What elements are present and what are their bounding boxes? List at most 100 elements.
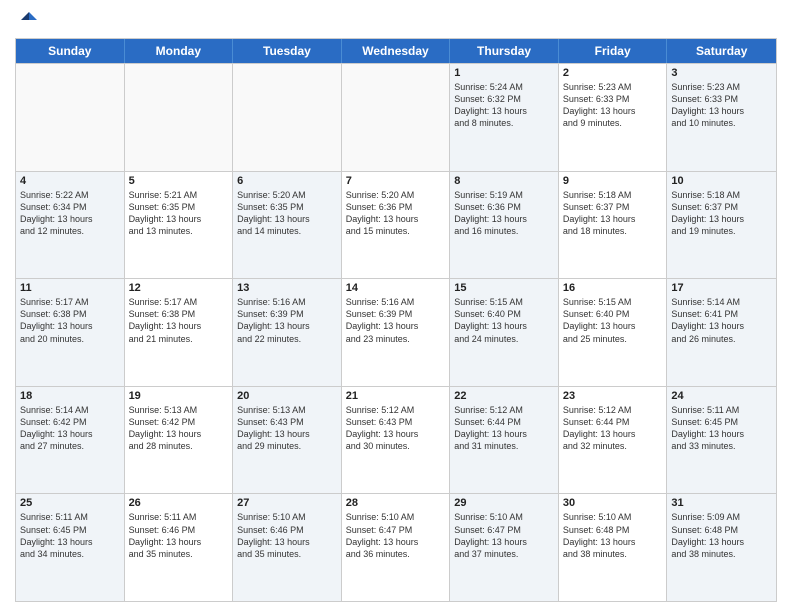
day-info: Sunrise: 5:12 AMSunset: 6:44 PMDaylight:… — [454, 404, 554, 453]
day-cell-25: 25 Sunrise: 5:11 AMSunset: 6:45 PMDayligh… — [16, 494, 125, 601]
day-number: 19 — [129, 390, 229, 402]
day-cell-6: 6Sunrise: 5:20 AMSunset: 6:35 PMDaylight… — [233, 172, 342, 279]
calendar-header: SundayMondayTuesdayWednesdayThursdayFrid… — [16, 39, 776, 63]
empty-cell — [16, 64, 125, 171]
day-cell-24: 24 Sunrise: 5:11 AMSunset: 6:45 PMDayligh… — [667, 387, 776, 494]
day-info: Sunrise: 5:10 AMSunset: 6:46 PMDaylight:… — [237, 511, 337, 560]
calendar-row-3: 11 Sunrise: 5:17 AMSunset: 6:38 PMDayligh… — [16, 278, 776, 386]
day-cell-5: 5 Sunrise: 5:21 AMSunset: 6:35 PMDaylight… — [125, 172, 234, 279]
day-info: Sunrise: 5:15 AMSunset: 6:40 PMDaylight:… — [563, 296, 663, 345]
header-day-saturday: Saturday — [667, 39, 776, 63]
day-info: Sunrise: 5:10 AMSunset: 6:47 PMDaylight:… — [454, 511, 554, 560]
day-info: Sunrise: 5:10 AMSunset: 6:47 PMDaylight:… — [346, 511, 446, 560]
day-number: 23 — [563, 390, 663, 402]
day-info: Sunrise: 5:14 AMSunset: 6:42 PMDaylight:… — [20, 404, 120, 453]
day-cell-23: 23 Sunrise: 5:12 AMSunset: 6:44 PMDayligh… — [559, 387, 668, 494]
day-info: Sunrise: 5:11 AMSunset: 6:46 PMDaylight:… — [129, 511, 229, 560]
day-info: Sunrise: 5:18 AMSunset: 6:37 PMDaylight:… — [671, 189, 772, 238]
day-number: 11 — [20, 282, 120, 294]
page-header — [15, 10, 777, 30]
day-info: Sunrise: 5:20 AMSunset: 6:36 PMDaylight:… — [346, 189, 446, 238]
day-number: 4 — [20, 175, 120, 187]
day-cell-8: 8 Sunrise: 5:19 AMSunset: 6:36 PMDaylight… — [450, 172, 559, 279]
day-number: 29 — [454, 497, 554, 509]
day-cell-28: 28 Sunrise: 5:10 AMSunset: 6:47 PMDayligh… — [342, 494, 451, 601]
day-number: 1 — [454, 67, 554, 79]
day-info: Sunrise: 5:16 AMSunset: 6:39 PMDaylight:… — [237, 296, 337, 345]
calendar: SundayMondayTuesdayWednesdayThursdayFrid… — [15, 38, 777, 602]
day-info: Sunrise: 5:13 AMSunset: 6:42 PMDaylight:… — [129, 404, 229, 453]
day-cell-3: 3 Sunrise: 5:23 AMSunset: 6:33 PMDaylight… — [667, 64, 776, 171]
header-day-tuesday: Tuesday — [233, 39, 342, 63]
day-number: 9 — [563, 175, 663, 187]
header-day-friday: Friday — [559, 39, 668, 63]
day-cell-29: 29 Sunrise: 5:10 AMSunset: 6:47 PMDayligh… — [450, 494, 559, 601]
day-cell-2: 2 Sunrise: 5:23 AMSunset: 6:33 PMDaylight… — [559, 64, 668, 171]
day-info: Sunrise: 5:20 AMSunset: 6:35 PMDaylight:… — [237, 189, 337, 238]
day-info: Sunrise: 5:12 AMSunset: 6:43 PMDaylight:… — [346, 404, 446, 453]
day-number: 17 — [671, 282, 772, 294]
empty-cell — [342, 64, 451, 171]
empty-cell — [125, 64, 234, 171]
header-day-wednesday: Wednesday — [342, 39, 451, 63]
day-number: 8 — [454, 175, 554, 187]
day-cell-9: 9 Sunrise: 5:18 AMSunset: 6:37 PMDaylight… — [559, 172, 668, 279]
day-cell-16: 16 Sunrise: 5:15 AMSunset: 6:40 PMDayligh… — [559, 279, 668, 386]
day-cell-27: 27Sunrise: 5:10 AMSunset: 6:46 PMDayligh… — [233, 494, 342, 601]
day-cell-19: 19 Sunrise: 5:13 AMSunset: 6:42 PMDayligh… — [125, 387, 234, 494]
day-info: Sunrise: 5:21 AMSunset: 6:35 PMDaylight:… — [129, 189, 229, 238]
day-number: 7 — [346, 175, 446, 187]
day-info: Sunrise: 5:19 AMSunset: 6:36 PMDaylight:… — [454, 189, 554, 238]
day-cell-20: 20Sunrise: 5:13 AMSunset: 6:43 PMDayligh… — [233, 387, 342, 494]
day-number: 10 — [671, 175, 772, 187]
day-cell-22: 22Sunrise: 5:12 AMSunset: 6:44 PMDayligh… — [450, 387, 559, 494]
logo — [15, 10, 39, 30]
day-info: Sunrise: 5:16 AMSunset: 6:39 PMDaylight:… — [346, 296, 446, 345]
day-number: 5 — [129, 175, 229, 187]
calendar-row-2: 4 Sunrise: 5:22 AMSunset: 6:34 PMDaylight… — [16, 171, 776, 279]
day-cell-4: 4 Sunrise: 5:22 AMSunset: 6:34 PMDaylight… — [16, 172, 125, 279]
day-number: 13 — [237, 282, 337, 294]
day-info: Sunrise: 5:22 AMSunset: 6:34 PMDaylight:… — [20, 189, 120, 238]
day-number: 21 — [346, 390, 446, 402]
day-info: Sunrise: 5:12 AMSunset: 6:44 PMDaylight:… — [563, 404, 663, 453]
day-number: 20 — [237, 390, 337, 402]
day-number: 31 — [671, 497, 772, 509]
day-number: 15 — [454, 282, 554, 294]
day-cell-17: 17 Sunrise: 5:14 AMSunset: 6:41 PMDayligh… — [667, 279, 776, 386]
day-info: Sunrise: 5:18 AMSunset: 6:37 PMDaylight:… — [563, 189, 663, 238]
day-number: 3 — [671, 67, 772, 79]
calendar-row-5: 25 Sunrise: 5:11 AMSunset: 6:45 PMDayligh… — [16, 493, 776, 601]
calendar-body: 1Sunrise: 5:24 AMSunset: 6:32 PMDaylight… — [16, 63, 776, 601]
day-info: Sunrise: 5:17 AMSunset: 6:38 PMDaylight:… — [20, 296, 120, 345]
day-number: 12 — [129, 282, 229, 294]
header-day-thursday: Thursday — [450, 39, 559, 63]
day-number: 26 — [129, 497, 229, 509]
day-cell-15: 15 Sunrise: 5:15 AMSunset: 6:40 PMDayligh… — [450, 279, 559, 386]
day-info: Sunrise: 5:23 AMSunset: 6:33 PMDaylight:… — [671, 81, 772, 130]
day-number: 28 — [346, 497, 446, 509]
empty-cell — [233, 64, 342, 171]
day-number: 16 — [563, 282, 663, 294]
day-info: Sunrise: 5:09 AMSunset: 6:48 PMDaylight:… — [671, 511, 772, 560]
day-info: Sunrise: 5:17 AMSunset: 6:38 PMDaylight:… — [129, 296, 229, 345]
day-info: Sunrise: 5:23 AMSunset: 6:33 PMDaylight:… — [563, 81, 663, 130]
day-number: 24 — [671, 390, 772, 402]
day-number: 14 — [346, 282, 446, 294]
day-cell-14: 14 Sunrise: 5:16 AMSunset: 6:39 PMDayligh… — [342, 279, 451, 386]
calendar-row-1: 1Sunrise: 5:24 AMSunset: 6:32 PMDaylight… — [16, 63, 776, 171]
day-number: 25 — [20, 497, 120, 509]
day-cell-13: 13 Sunrise: 5:16 AMSunset: 6:39 PMDayligh… — [233, 279, 342, 386]
calendar-row-4: 18Sunrise: 5:14 AMSunset: 6:42 PMDayligh… — [16, 386, 776, 494]
day-info: Sunrise: 5:11 AMSunset: 6:45 PMDaylight:… — [20, 511, 120, 560]
day-info: Sunrise: 5:14 AMSunset: 6:41 PMDaylight:… — [671, 296, 772, 345]
day-number: 2 — [563, 67, 663, 79]
day-info: Sunrise: 5:15 AMSunset: 6:40 PMDaylight:… — [454, 296, 554, 345]
header-day-sunday: Sunday — [16, 39, 125, 63]
day-info: Sunrise: 5:11 AMSunset: 6:45 PMDaylight:… — [671, 404, 772, 453]
day-cell-12: 12 Sunrise: 5:17 AMSunset: 6:38 PMDayligh… — [125, 279, 234, 386]
day-cell-30: 30Sunrise: 5:10 AMSunset: 6:48 PMDayligh… — [559, 494, 668, 601]
header-day-monday: Monday — [125, 39, 234, 63]
day-info: Sunrise: 5:10 AMSunset: 6:48 PMDaylight:… — [563, 511, 663, 560]
day-cell-26: 26 Sunrise: 5:11 AMSunset: 6:46 PMDayligh… — [125, 494, 234, 601]
